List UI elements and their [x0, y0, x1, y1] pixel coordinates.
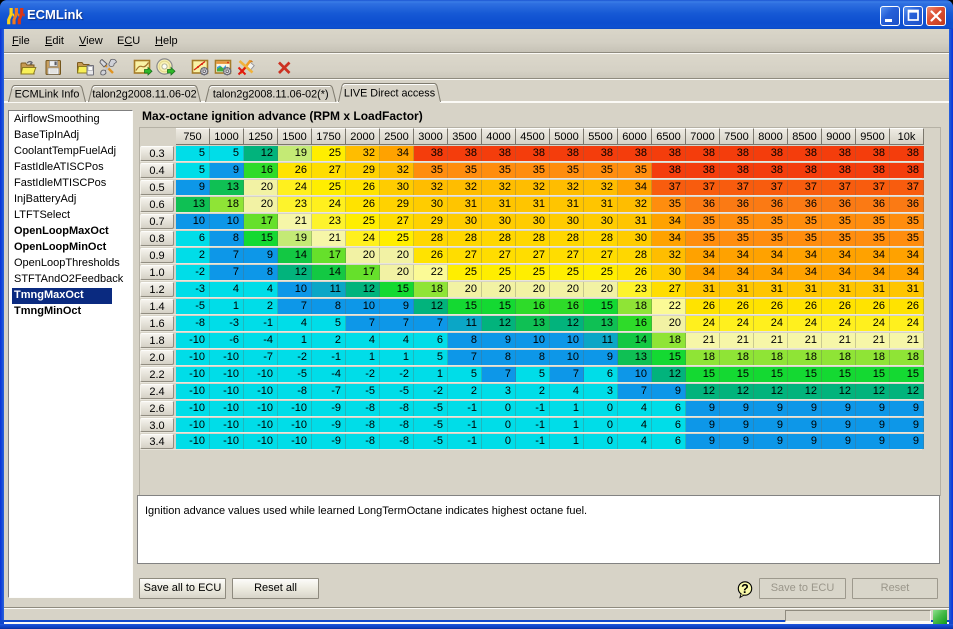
svg-text:?: ? [741, 582, 749, 596]
svg-text:LIVE Direct access: LIVE Direct access [344, 88, 436, 100]
svg-text:ECMLink Info: ECMLink Info [14, 89, 79, 101]
svg-text:talon2g2008.11.06-02: talon2g2008.11.06-02 [92, 89, 196, 101]
svg-text:talon2g2008.11.06-02(*): talon2g2008.11.06-02(*) [212, 89, 328, 101]
